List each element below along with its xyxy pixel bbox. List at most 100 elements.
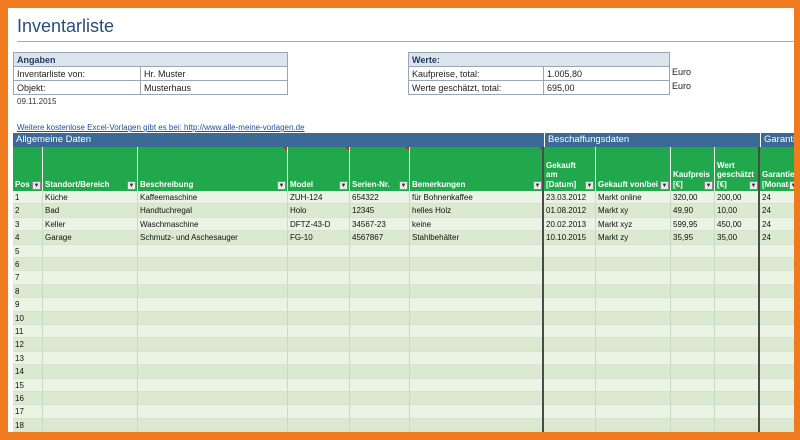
filter-dropdown-icon[interactable]: ▼ [127, 181, 136, 190]
table-cell[interactable] [715, 405, 760, 419]
table-cell[interactable]: 24 [760, 231, 794, 245]
table-cell[interactable] [671, 418, 715, 432]
table-cell[interactable] [596, 405, 671, 419]
table-cell[interactable] [760, 325, 794, 339]
table-cell[interactable] [544, 271, 596, 285]
table-cell[interactable] [671, 284, 715, 299]
table-cell[interactable]: 49,90 [671, 204, 715, 218]
table-cell[interactable] [410, 338, 544, 352]
table-cell[interactable] [671, 298, 715, 312]
comment-indicator-icon[interactable] [345, 147, 349, 151]
table-cell[interactable]: 6 [13, 258, 43, 272]
table-cell[interactable] [715, 284, 760, 299]
table-cell[interactable]: Keller [43, 217, 138, 232]
table-cell[interactable] [410, 325, 544, 339]
table-cell[interactable] [410, 244, 544, 258]
table-cell[interactable] [350, 365, 410, 379]
table-cell[interactable] [138, 351, 288, 366]
table-cell[interactable]: 4 [13, 231, 43, 245]
table-cell[interactable] [715, 365, 760, 379]
angaben-value[interactable]: Musterhaus [140, 80, 288, 95]
table-cell[interactable]: 13 [13, 351, 43, 366]
table-cell[interactable] [288, 418, 350, 432]
table-cell[interactable]: 12 [13, 338, 43, 352]
table-cell[interactable]: 450,00 [715, 217, 760, 232]
filter-dropdown-icon[interactable]: ▼ [749, 181, 758, 190]
table-cell[interactable] [350, 311, 410, 325]
table-cell[interactable] [410, 365, 544, 379]
table-cell[interactable] [671, 405, 715, 419]
table-cell[interactable]: 320,00 [671, 191, 715, 205]
table-cell[interactable] [544, 378, 596, 392]
table-cell[interactable] [596, 298, 671, 312]
table-cell[interactable] [138, 284, 288, 299]
table-cell[interactable] [350, 351, 410, 366]
table-cell[interactable] [671, 378, 715, 392]
table-cell[interactable] [138, 258, 288, 272]
table-cell[interactable] [288, 378, 350, 392]
table-cell[interactable]: 11 [13, 325, 43, 339]
table-cell[interactable] [544, 338, 596, 352]
table-cell[interactable]: 35,95 [671, 231, 715, 245]
table-cell[interactable]: Markt xyz [596, 217, 671, 232]
table-cell[interactable]: 200,00 [715, 191, 760, 205]
table-cell[interactable]: 24 [760, 191, 794, 205]
table-cell[interactable] [410, 418, 544, 432]
table-cell[interactable] [715, 392, 760, 406]
table-cell[interactable]: Bad [43, 204, 138, 218]
table-cell[interactable]: 12345 [350, 204, 410, 218]
table-cell[interactable]: Kaffeemaschine [138, 191, 288, 205]
table-cell[interactable] [288, 271, 350, 285]
table-cell[interactable]: 14 [13, 365, 43, 379]
table-cell[interactable] [715, 271, 760, 285]
table-cell[interactable] [760, 311, 794, 325]
table-cell[interactable]: 16 [13, 392, 43, 406]
table-cell[interactable] [544, 351, 596, 366]
table-cell[interactable] [544, 392, 596, 406]
table-cell[interactable] [596, 311, 671, 325]
table-cell[interactable] [760, 351, 794, 366]
table-cell[interactable] [671, 311, 715, 325]
table-cell[interactable] [350, 392, 410, 406]
table-cell[interactable] [138, 311, 288, 325]
table-cell[interactable] [138, 298, 288, 312]
werte-label[interactable]: Kaufpreise, total: [408, 66, 544, 81]
table-cell[interactable]: DFTZ-43-D [288, 217, 350, 232]
table-cell[interactable]: 10 [13, 311, 43, 325]
table-cell[interactable]: keine [410, 217, 544, 232]
table-cell[interactable]: Markt xy [596, 204, 671, 218]
table-cell[interactable]: 1 [13, 191, 43, 205]
comment-indicator-icon[interactable] [405, 147, 409, 151]
table-cell[interactable] [43, 284, 138, 299]
table-cell[interactable] [596, 365, 671, 379]
table-cell[interactable] [671, 338, 715, 352]
table-cell[interactable] [410, 284, 544, 299]
table-cell[interactable] [410, 378, 544, 392]
table-cell[interactable] [596, 271, 671, 285]
table-cell[interactable] [760, 365, 794, 379]
table-cell[interactable] [760, 392, 794, 406]
filter-dropdown-icon[interactable]: ▼ [277, 181, 286, 190]
table-cell[interactable] [715, 338, 760, 352]
table-cell[interactable] [671, 325, 715, 339]
table-cell[interactable] [138, 392, 288, 406]
filter-dropdown-icon[interactable]: ▼ [399, 181, 408, 190]
table-cell[interactable]: 01.08.2012 [544, 204, 596, 218]
table-cell[interactable] [596, 258, 671, 272]
table-cell[interactable] [671, 351, 715, 366]
table-cell[interactable]: helles Holz [410, 204, 544, 218]
table-cell[interactable] [288, 325, 350, 339]
filter-dropdown-icon[interactable]: ▼ [585, 181, 594, 190]
table-cell[interactable] [43, 298, 138, 312]
table-cell[interactable]: Schmutz- und Aschesauger [138, 231, 288, 245]
table-cell[interactable] [350, 298, 410, 312]
table-cell[interactable]: 2 [13, 204, 43, 218]
table-cell[interactable] [288, 338, 350, 352]
table-cell[interactable]: 24 [760, 204, 794, 218]
table-cell[interactable] [715, 311, 760, 325]
table-cell[interactable] [544, 311, 596, 325]
table-cell[interactable] [671, 365, 715, 379]
table-cell[interactable] [138, 378, 288, 392]
table-cell[interactable] [138, 244, 288, 258]
comment-indicator-icon[interactable] [283, 147, 287, 151]
